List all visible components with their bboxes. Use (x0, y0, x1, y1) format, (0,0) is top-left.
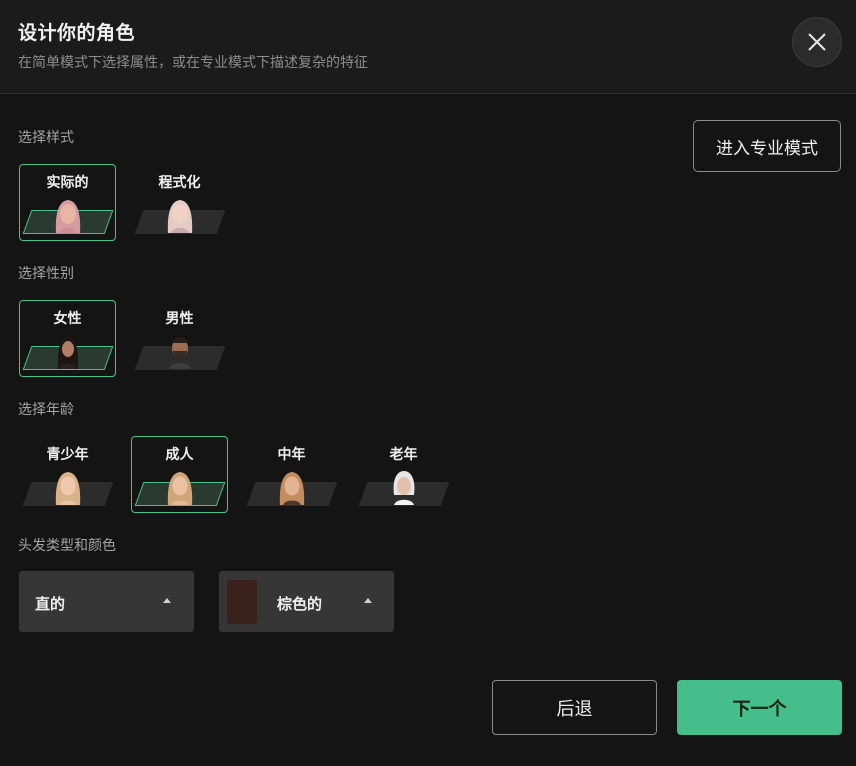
character-design-dialog: 设计你的角色 在简单模式下选择属性，或在专业模式下描述复杂的特征 进入专业模式 … (0, 0, 856, 766)
hair-color-dropdown[interactable]: 棕色的 (219, 571, 394, 632)
age-option-middle-aged[interactable]: 中年 (243, 436, 340, 513)
male-portrait (169, 337, 191, 369)
close-icon (808, 33, 826, 51)
close-button[interactable] (792, 17, 842, 67)
caret-up-icon (364, 598, 372, 603)
female-portrait (57, 336, 79, 369)
hair-color-value: 棕色的 (277, 595, 323, 613)
caret-up-icon (163, 598, 171, 603)
option-label: 中年 (277, 447, 306, 463)
gender-option-female[interactable]: 女性 (19, 300, 116, 377)
age-option-teen[interactable]: 青少年 (19, 436, 116, 513)
age-option-adult[interactable]: 成人 (131, 436, 228, 513)
style-option-stylized[interactable]: 程式化 (131, 164, 228, 241)
option-label: 成人 (165, 447, 194, 463)
dialog-subtitle: 在简单模式下选择属性，或在专业模式下描述复杂的特征 (18, 55, 368, 71)
pro-mode-button[interactable]: 进入专业模式 (693, 120, 841, 172)
option-label: 青少年 (46, 447, 89, 463)
elderly-portrait (393, 471, 415, 505)
stylized-portrait (167, 200, 193, 233)
style-section-label: 选择样式 (18, 130, 74, 146)
gender-section-label: 选择性别 (18, 266, 74, 282)
style-option-realistic[interactable]: 实际的 (19, 164, 116, 241)
next-button[interactable]: 下一个 (677, 680, 842, 735)
dialog-title: 设计你的角色 (18, 22, 136, 44)
option-label: 实际的 (46, 175, 89, 191)
hair-color-swatch (227, 580, 257, 624)
adult-portrait (167, 472, 193, 505)
dialog-header: 设计你的角色 在简单模式下选择属性，或在专业模式下描述复杂的特征 (0, 0, 856, 94)
option-label: 女性 (53, 311, 82, 327)
gender-option-male[interactable]: 男性 (131, 300, 228, 377)
option-label: 程式化 (158, 175, 201, 191)
teen-portrait (55, 472, 81, 505)
hair-type-dropdown[interactable]: 直的 (19, 571, 194, 632)
option-label: 老年 (389, 447, 418, 463)
hair-section-label: 头发类型和颜色 (18, 538, 116, 554)
middle-aged-portrait (279, 472, 305, 505)
age-section-label: 选择年龄 (18, 402, 74, 418)
age-option-elderly[interactable]: 老年 (355, 436, 452, 513)
option-label: 男性 (165, 311, 194, 327)
back-button[interactable]: 后退 (492, 680, 657, 735)
hair-type-value: 直的 (35, 595, 66, 613)
realistic-portrait (55, 200, 81, 233)
